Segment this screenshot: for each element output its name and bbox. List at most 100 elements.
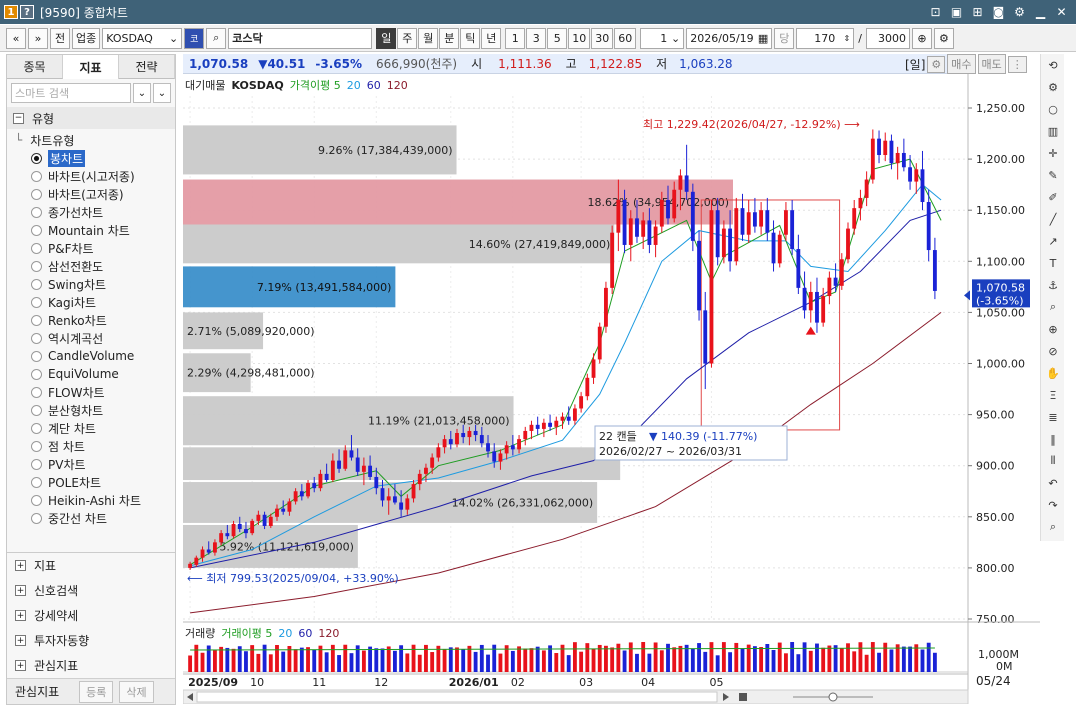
chart-type-item[interactable]: Heikin-Ashi 차트: [15, 491, 175, 509]
undo-icon[interactable]: ↶: [1041, 472, 1065, 494]
volume-ma120[interactable]: 120: [318, 627, 339, 640]
period-month[interactable]: 월: [418, 27, 439, 49]
chart-type-item[interactable]: 계단 차트: [15, 419, 175, 437]
volume-ma5[interactable]: 거래이평 5: [221, 625, 272, 641]
radio-icon[interactable]: [31, 206, 42, 218]
radio-icon[interactable]: [31, 458, 42, 470]
chart-type-item[interactable]: Kagi차트: [15, 293, 175, 311]
link-icon[interactable]: ⊡: [927, 3, 944, 20]
chart-type-item[interactable]: 바차트(시고저종): [15, 167, 175, 185]
chart-type-item[interactable]: POLE차트: [15, 473, 175, 491]
volume-ma60[interactable]: 60: [298, 627, 312, 640]
radio-icon[interactable]: [31, 152, 42, 164]
all-button[interactable]: 전: [50, 27, 70, 49]
zoom-in-icon[interactable]: ⊕: [1041, 318, 1065, 340]
chart-type-item[interactable]: 중간선 차트: [15, 509, 175, 527]
chart-type-item[interactable]: Renko차트: [15, 311, 175, 329]
radio-icon[interactable]: [31, 332, 42, 344]
radio-icon[interactable]: [31, 188, 42, 200]
radio-icon[interactable]: [31, 350, 42, 362]
bar-count-stepper[interactable]: 170 ⇕: [796, 27, 855, 49]
interval-30[interactable]: 30: [591, 27, 614, 49]
volume-ma20[interactable]: 20: [278, 627, 292, 640]
period-minute[interactable]: 분: [439, 27, 460, 49]
period-week[interactable]: 주: [397, 27, 418, 49]
radio-icon[interactable]: [31, 260, 42, 272]
legend-symbol[interactable]: KOSDAQ: [231, 79, 283, 92]
stepper-icon[interactable]: ⇕: [844, 34, 851, 43]
chart-type-item[interactable]: 역시계곡선: [15, 329, 175, 347]
prev-button[interactable]: «: [6, 27, 26, 49]
minimize-icon[interactable]: ▁: [1032, 3, 1049, 20]
search-options-icon[interactable]: ⌄: [133, 83, 151, 103]
radio-icon[interactable]: [31, 476, 42, 488]
search-input[interactable]: 스마트 검색: [11, 83, 131, 103]
chart-type-item[interactable]: 종가선차트: [15, 203, 175, 221]
radio-icon[interactable]: [31, 368, 42, 380]
calendar-icon[interactable]: ▦: [758, 32, 768, 45]
group-indicators[interactable]: + 지표: [7, 553, 175, 578]
group-investor-trend[interactable]: + 투자자동향: [7, 628, 175, 653]
chart-type-item[interactable]: Swing차트: [15, 275, 175, 293]
interval-60[interactable]: 60: [614, 27, 637, 49]
interval-5[interactable]: 5: [547, 27, 568, 49]
legend-ma60[interactable]: 60: [367, 79, 381, 92]
legend-ma120[interactable]: 120: [387, 79, 408, 92]
gear-icon[interactable]: ⚙: [933, 27, 954, 49]
radio-icon[interactable]: [31, 386, 42, 398]
chart-type-item[interactable]: CandleVolume: [15, 347, 175, 365]
text-icon[interactable]: T: [1041, 252, 1065, 274]
refresh-icon[interactable]: ⟲: [1041, 54, 1065, 76]
group-strength[interactable]: + 강세약세: [7, 603, 175, 628]
radio-icon[interactable]: [31, 314, 42, 326]
period-tick[interactable]: 틱: [460, 27, 481, 49]
group-signal-search[interactable]: + 신호검색: [7, 578, 175, 603]
tab-stocks[interactable]: 종목: [7, 55, 63, 79]
circle-icon[interactable]: ○: [1041, 98, 1065, 120]
zoom-icon[interactable]: ⊕: [911, 27, 932, 49]
chart-type-item[interactable]: EquiVolume: [15, 365, 175, 383]
auto-line-icon[interactable]: ↗: [1041, 230, 1065, 252]
delete-button[interactable]: 삭제: [119, 680, 154, 703]
save-icon[interactable]: ▣: [948, 3, 965, 20]
symbol-select[interactable]: KOSDAQ ⌄: [102, 27, 183, 49]
period-day[interactable]: 일: [376, 27, 397, 49]
trend-line-icon[interactable]: ╱: [1041, 208, 1065, 230]
cycle-lines-icon[interactable]: ⦀: [1041, 450, 1065, 472]
anchor-icon[interactable]: ⚓: [1041, 274, 1065, 296]
more-icon[interactable]: ⋮: [1007, 55, 1027, 73]
gear-icon[interactable]: ⚙: [1041, 76, 1065, 98]
chart-type-category[interactable]: └ 차트유형: [15, 131, 175, 149]
register-button[interactable]: 등록: [79, 680, 114, 703]
period-year[interactable]: 년: [481, 27, 502, 49]
search-icon[interactable]: ⌕: [206, 27, 227, 49]
chart-type-item[interactable]: 점 차트: [15, 437, 175, 455]
radio-icon[interactable]: [31, 224, 42, 236]
radio-icon[interactable]: [31, 404, 42, 416]
radio-icon[interactable]: [31, 422, 42, 434]
chart-type-item[interactable]: PV차트: [15, 455, 175, 473]
volume-title[interactable]: 거래량: [185, 625, 215, 641]
search-icon[interactable]: ⌕: [1041, 516, 1065, 538]
tab-strategy[interactable]: 전략: [119, 55, 175, 79]
gear-icon[interactable]: ⚙: [927, 55, 946, 73]
magnifier-icon[interactable]: ⌕: [1041, 296, 1065, 318]
pencil-icon[interactable]: ✐: [1041, 186, 1065, 208]
chart-type-item[interactable]: 바차트(고저종): [15, 185, 175, 203]
help-icon[interactable]: ?: [20, 5, 34, 19]
code-button[interactable]: 코: [184, 27, 205, 49]
hand-icon[interactable]: ✋: [1041, 362, 1065, 384]
chart-type-item[interactable]: Mountain 차트: [15, 221, 175, 239]
collapse-icon[interactable]: ⌄: [153, 83, 171, 103]
group-favorite-indicators[interactable]: + 관심지표: [7, 653, 175, 678]
grid-lines-icon[interactable]: ‖: [1041, 428, 1065, 450]
chart-type-item[interactable]: P&F차트: [15, 239, 175, 257]
camera-icon[interactable]: ◙: [990, 3, 1007, 20]
settings-icon[interactable]: ⚙: [1011, 3, 1028, 20]
interval-3[interactable]: 3: [526, 27, 547, 49]
radio-icon[interactable]: [31, 170, 42, 182]
radio-icon[interactable]: [31, 278, 42, 290]
close-icon[interactable]: ✕: [1053, 3, 1070, 20]
date-field[interactable]: 2026/05/19 ▦: [686, 27, 773, 49]
legend-profile[interactable]: 대기매물: [185, 77, 225, 93]
